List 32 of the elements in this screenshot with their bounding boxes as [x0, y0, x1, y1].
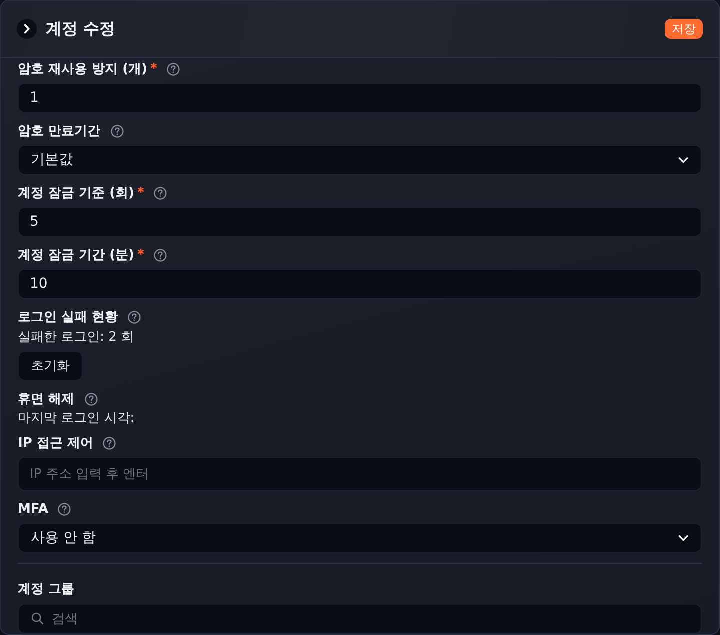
field-label: MFA	[18, 502, 48, 516]
field-label: 계정 그룹	[18, 581, 75, 598]
field-label: 휴면 해제	[18, 391, 75, 408]
help-icon[interactable]	[154, 248, 168, 262]
info-text: 마지막 로그인 시각:	[18, 411, 136, 427]
help-icon[interactable]	[58, 502, 72, 516]
input-field[interactable]: 5	[18, 207, 702, 237]
help-icon[interactable]	[128, 310, 142, 324]
help-icon[interactable]	[84, 392, 98, 406]
field-label: 암호 재사용 방지 (개)	[18, 61, 148, 78]
field-label: 계정 잠금 기준 (회)	[18, 185, 134, 202]
help-icon[interactable]	[154, 186, 168, 200]
select-field[interactable]: 기본값	[18, 145, 702, 175]
reset-button[interactable]: 초기화	[18, 351, 83, 381]
select-field[interactable]: 사용 안 함	[18, 523, 702, 553]
field-label: 암호 만료기간	[18, 123, 101, 140]
help-icon[interactable]	[103, 436, 116, 450]
status-text: 실패한 로그인: 2 회	[18, 330, 136, 346]
search-field[interactable]: 검색	[18, 604, 702, 634]
field-label: 계정 잠금 기간 (분)	[18, 247, 134, 264]
search-icon	[31, 612, 44, 625]
field-label: IP 접근 제어	[18, 435, 94, 452]
help-icon[interactable]	[167, 62, 180, 76]
panel-title: 계정 수정	[46, 18, 116, 40]
chevron-down-icon	[678, 534, 689, 542]
input-field[interactable]: 10	[18, 269, 702, 299]
chevron-right-icon[interactable]	[17, 19, 37, 39]
chevron-down-icon	[678, 156, 689, 164]
help-icon[interactable]	[110, 124, 124, 138]
input-field[interactable]: 1	[18, 83, 702, 113]
input-field[interactable]: IP 주소 입력 후 엔터	[18, 457, 702, 491]
field-label: 로그인 실패 현황	[18, 309, 118, 326]
